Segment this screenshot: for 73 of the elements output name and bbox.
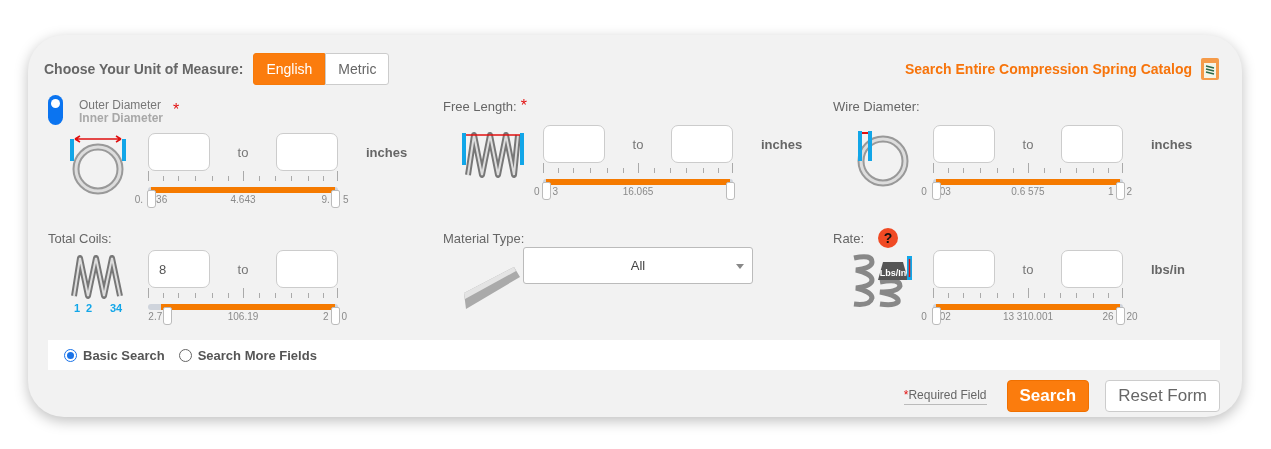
unit-label: inches xyxy=(761,137,803,152)
to-label: to xyxy=(1022,136,1034,152)
scale-max-label: 1 xyxy=(1107,186,1114,197)
reset-button[interactable]: Reset Form xyxy=(1105,380,1220,412)
range-handle[interactable] xyxy=(162,307,172,325)
range-handle[interactable] xyxy=(1115,182,1125,200)
minimum-input[interactable] xyxy=(148,133,210,171)
radio-button[interactable] xyxy=(178,348,192,362)
scale-mid-label: 16.065 xyxy=(622,186,654,197)
range-handle[interactable] xyxy=(541,182,551,200)
scale-mid-label: 4.643 xyxy=(230,194,256,205)
scale-mid-label: 0.6 575 xyxy=(1011,186,1045,197)
scale-min-label: 36 xyxy=(156,194,168,205)
unit-option[interactable]: Metric xyxy=(325,53,390,85)
unit-label: Choose Your Unit of Measure: xyxy=(44,61,244,77)
minimum-input[interactable]: 8 xyxy=(148,250,210,288)
scale-max-label: 20 xyxy=(1126,311,1138,322)
minimum-input[interactable] xyxy=(933,125,995,163)
scale-min-label: 3 xyxy=(552,186,559,197)
help-icon[interactable]: ? xyxy=(878,228,899,248)
maximum-input[interactable] xyxy=(1061,250,1123,288)
scale-min-label: 2.7 xyxy=(148,311,163,322)
to-label: to xyxy=(632,136,644,152)
diameter-option[interactable]: Outer Diameter xyxy=(79,99,164,112)
range-handle[interactable] xyxy=(1115,307,1125,325)
unit-label: inches xyxy=(366,145,408,160)
range-handle[interactable] xyxy=(330,190,340,208)
field-label: Total Coils: xyxy=(48,231,112,246)
required-field-note: *Required Field xyxy=(903,387,987,405)
to-label: to xyxy=(237,261,249,277)
material-select[interactable]: All xyxy=(523,247,753,284)
search-mode-label[interactable]: Basic Search xyxy=(83,347,165,363)
coil-count-drawing: 1 2 34 xyxy=(68,252,128,314)
scale-max-label: 2 xyxy=(1126,186,1133,197)
range-handle[interactable] xyxy=(146,190,156,208)
catalog-icon xyxy=(1200,57,1220,81)
scale-max-label: 9. xyxy=(321,194,330,205)
unit-label: lbs/in xyxy=(1151,262,1185,277)
diameter-toggle[interactable] xyxy=(48,95,63,125)
ring-diameter-icon xyxy=(67,135,129,197)
minimum-input[interactable] xyxy=(543,125,605,163)
maximum-input[interactable] xyxy=(276,133,338,171)
field-label: Material Type: xyxy=(443,231,525,246)
scale-min-label: 0 xyxy=(533,186,540,197)
scale-max-label: 0 xyxy=(341,311,348,322)
spring-rate-drawing: Lbs/In xyxy=(850,252,916,308)
range-handle[interactable] xyxy=(931,307,941,325)
minimum-input[interactable] xyxy=(933,250,995,288)
maximum-input[interactable] xyxy=(671,125,733,163)
field-label: Wire Diameter: xyxy=(833,99,920,114)
required-asterisk: * xyxy=(520,99,527,112)
scale-min-label: 0. xyxy=(134,194,144,205)
field-label: Rate: xyxy=(833,231,865,246)
maximum-input[interactable] xyxy=(276,250,338,288)
scale-max-label: 26 xyxy=(1102,311,1114,322)
field-label: Free Length: xyxy=(443,99,517,114)
scale-min-label: 0 xyxy=(921,311,927,322)
caret-icon xyxy=(736,264,744,269)
range-handle[interactable] xyxy=(931,182,941,200)
scale-mid-label: 13 310.001 xyxy=(1002,311,1054,322)
scale-max-label: 2 xyxy=(322,311,329,322)
range-handle[interactable] xyxy=(330,307,340,325)
radio-button[interactable] xyxy=(64,348,77,362)
range-handle[interactable] xyxy=(725,182,735,200)
maximum-input[interactable] xyxy=(1061,125,1123,163)
search-mode-label[interactable]: Search More Fields xyxy=(197,347,317,363)
unit-label: inches xyxy=(1151,137,1193,152)
scale-mid-label: 106.19 xyxy=(227,311,259,322)
scale-max-label: 5 xyxy=(342,194,349,205)
scale-min-label: 0 xyxy=(921,186,927,197)
to-label: to xyxy=(1022,261,1034,277)
required-asterisk: * xyxy=(173,103,180,116)
to-label: to xyxy=(237,144,249,160)
